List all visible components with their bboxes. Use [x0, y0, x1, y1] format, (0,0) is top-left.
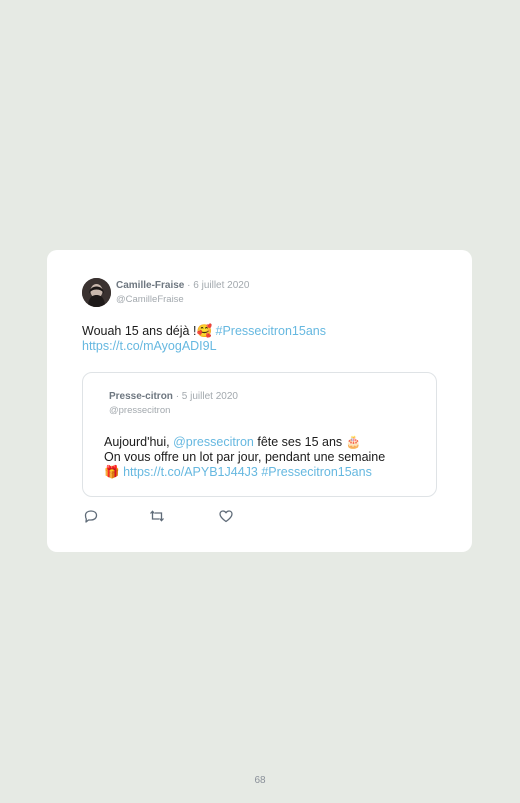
- page-number: 68: [254, 775, 266, 786]
- like-button[interactable]: [218, 508, 234, 524]
- author-row: Camille-Fraise · 6 juillet 2020: [116, 280, 249, 291]
- avatar-image: [82, 278, 111, 307]
- quoted-tweet-date[interactable]: · 5 juillet 2020: [176, 391, 238, 402]
- gift-emoji: 🎁: [104, 465, 120, 479]
- quoted-author-row: Presse-citron · 5 juillet 2020: [109, 391, 238, 402]
- quoted-tweet-text: Aujourd'hui, @pressecitron fête ses 15 a…: [104, 435, 424, 480]
- mention-link[interactable]: @pressecitron: [173, 435, 254, 449]
- tweet-text-body: Wouah 15 ans déjà !: [82, 324, 197, 338]
- quoted-hashtag-link[interactable]: #Pressecitron15ans: [261, 465, 371, 479]
- tweet-text: Wouah 15 ans déjà !🥰 #Pressecitron15ans …: [82, 324, 442, 354]
- retweet-button[interactable]: [149, 508, 165, 524]
- reply-button[interactable]: [83, 508, 99, 524]
- quoted-author-name[interactable]: Presse-citron: [109, 391, 173, 402]
- quoted-url-link[interactable]: https://t.co/APYB1J44J3: [123, 465, 258, 479]
- smiling-hearts-emoji: 🥰: [196, 324, 213, 338]
- quoted-text-part: fête ses 15 ans: [253, 435, 343, 449]
- heart-icon: [219, 510, 233, 523]
- quoted-text-line: On vous offre un lot par jour, pendant u…: [104, 450, 386, 464]
- retweet-icon: [150, 510, 164, 522]
- tweet-date[interactable]: · 6 juillet 2020: [187, 280, 249, 291]
- tweet-actions: [83, 508, 283, 524]
- quoted-author-handle[interactable]: @pressecitron: [109, 405, 170, 416]
- quoted-text-part: Aujourd'hui,: [104, 435, 174, 449]
- avatar[interactable]: [82, 278, 111, 307]
- hashtag-link[interactable]: #Pressecitron15ans: [216, 324, 326, 338]
- quoted-tweet[interactable]: Presse-citron · 5 juillet 2020 @presseci…: [82, 372, 437, 497]
- author-handle[interactable]: @CamilleFraise: [116, 294, 184, 305]
- tweet-url-link[interactable]: https://t.co/mAyogADI9L: [82, 339, 217, 353]
- reply-icon: [84, 510, 98, 523]
- author-name[interactable]: Camille-Fraise: [116, 280, 184, 291]
- cake-emoji: 🎂: [345, 435, 362, 449]
- tweet-card: Camille-Fraise · 6 juillet 2020 @Camille…: [47, 250, 472, 552]
